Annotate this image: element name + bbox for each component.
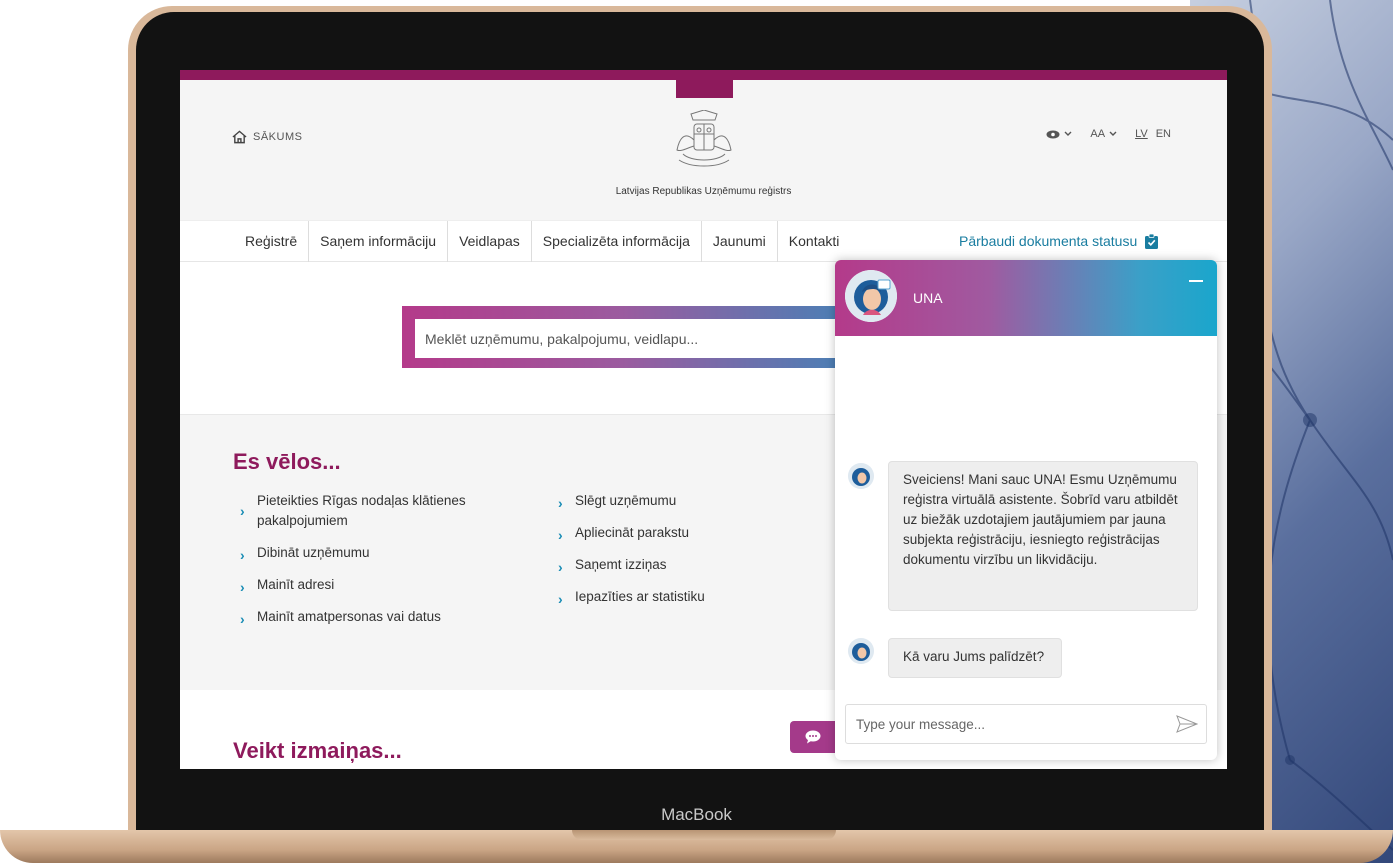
browser-screen: SĀKUMS Latvijas Republikas Uzņēmumu reģi… — [180, 70, 1227, 769]
i-want-title: Es vēlos... — [233, 449, 341, 474]
list-item[interactable]: › Mainīt adresi — [240, 575, 520, 595]
list-item-label: Slēgt uzņēmumu — [575, 493, 677, 508]
site-header: SĀKUMS Latvijas Republikas Uzņēmumu reģi… — [180, 80, 1227, 220]
font-size-label: AA — [1090, 128, 1106, 140]
send-icon[interactable] — [1176, 715, 1198, 733]
chat-open-button[interactable] — [790, 721, 840, 753]
search-input[interactable] — [415, 319, 845, 358]
document-status-link[interactable]: Pārbaudi dokumenta statusu — [959, 221, 1159, 262]
assistant-message-avatar — [848, 463, 874, 489]
organization-name: Latvijas Republikas Uzņēmumu reģistrs — [615, 186, 792, 197]
list-item[interactable]: › Slēgt uzņēmumu — [558, 491, 818, 511]
chevron-right-icon: › — [558, 591, 563, 607]
clipboard-check-icon — [1145, 234, 1159, 249]
list-item-label: Dibināt uzņēmumu — [257, 545, 370, 560]
list-item[interactable]: › Pieteikties Rīgas nodaļas klātienes pa… — [240, 491, 520, 531]
chat-widget: UNA Sveiciens! Mani sauc UNA! Esmu Uzņēm… — [835, 260, 1217, 760]
stage: MacBook SĀKUMS Latvijas Republikas Uzņēm… — [0, 0, 1393, 863]
list-item-label: Pieteikties Rīgas nodaļas klātienes paka… — [257, 493, 466, 528]
list-item-label: Saņemt izziņas — [575, 557, 667, 572]
assistant-message-avatar — [848, 638, 874, 664]
latvian-crest-icon — [676, 110, 732, 167]
assistant-portrait-icon — [848, 463, 874, 489]
document-status-label: Pārbaudi dokumenta statusu — [959, 233, 1138, 249]
assistant-portrait-icon — [848, 638, 874, 664]
chat-input-container — [845, 704, 1207, 744]
list-item-label: Apliecināt parakstu — [575, 525, 690, 540]
nav-items: Reģistrē Saņem informāciju Veidlapas Spe… — [232, 221, 850, 262]
main-nav: Reģistrē Saņem informāciju Veidlapas Spe… — [180, 220, 1227, 262]
chevron-right-icon: › — [240, 547, 245, 563]
device-brand-label: MacBook — [661, 805, 732, 824]
chevron-right-icon: › — [240, 579, 245, 595]
assistant-avatar — [845, 270, 897, 322]
list-item[interactable]: › Mainīt amatpersonas vai datus — [240, 607, 520, 627]
chevron-right-icon: › — [240, 503, 245, 519]
font-size-toggle[interactable]: AA — [1090, 128, 1117, 140]
assistant-message: Kā varu Jums palīdzēt? — [888, 638, 1062, 678]
list-item[interactable]: › Iepazīties ar statistiku — [558, 587, 818, 607]
assistant-name: UNA — [913, 290, 943, 306]
nav-item-specializeta-informacija[interactable]: Specializēta informācija — [532, 221, 702, 262]
brand-top-bar — [180, 70, 1227, 80]
list-item[interactable]: › Dibināt uzņēmumu — [240, 543, 520, 563]
changes-title: Veikt izmaiņas... — [233, 738, 402, 763]
chat-message-input[interactable] — [846, 705, 1166, 743]
lang-en-link[interactable]: EN — [1156, 128, 1171, 140]
eye-icon — [1046, 130, 1060, 138]
chat-bubble-icon — [805, 730, 821, 744]
chevron-down-icon — [1064, 131, 1072, 136]
home-label: SĀKUMS — [253, 131, 303, 143]
nav-item-registre[interactable]: Reģistrē — [232, 221, 310, 262]
contrast-toggle[interactable] — [1046, 130, 1072, 139]
list-item-label: Mainīt adresi — [257, 577, 335, 592]
chat-header: UNA — [835, 260, 1217, 336]
chevron-right-icon: › — [240, 611, 245, 627]
chevron-right-icon: › — [558, 495, 563, 511]
chevron-right-icon: › — [558, 559, 563, 575]
header-tools: AA LV EN — [1046, 128, 1171, 140]
brand-top-tab — [676, 80, 733, 98]
i-want-column-2: › Slēgt uzņēmumu › Apliecināt parakstu ›… — [558, 491, 818, 619]
nav-item-veidlapas[interactable]: Veidlapas — [448, 221, 532, 262]
lang-lv-link[interactable]: LV — [1135, 128, 1148, 140]
laptop-notch — [572, 830, 836, 840]
list-item[interactable]: › Saņemt izziņas — [558, 555, 818, 575]
nav-item-sanem-informaciju[interactable]: Saņem informāciju — [309, 221, 449, 262]
assistant-message: Sveiciens! Mani sauc UNA! Esmu Uzņēmumu … — [888, 461, 1198, 611]
list-item-label: Mainīt amatpersonas vai datus — [257, 609, 441, 624]
nav-item-kontakti[interactable]: Kontakti — [778, 221, 851, 262]
nav-item-jaunumi[interactable]: Jaunumi — [702, 221, 778, 262]
assistant-portrait-icon — [845, 270, 897, 322]
list-item-label: Iepazīties ar statistiku — [575, 589, 705, 604]
minimize-chat-button[interactable] — [1189, 280, 1203, 282]
home-icon — [232, 130, 247, 144]
chevron-right-icon: › — [558, 527, 563, 543]
home-link[interactable]: SĀKUMS — [232, 130, 302, 144]
i-want-column-1: › Pieteikties Rīgas nodaļas klātienes pa… — [240, 491, 520, 639]
list-item[interactable]: › Apliecināt parakstu — [558, 523, 818, 543]
chevron-down-icon — [1109, 131, 1117, 136]
